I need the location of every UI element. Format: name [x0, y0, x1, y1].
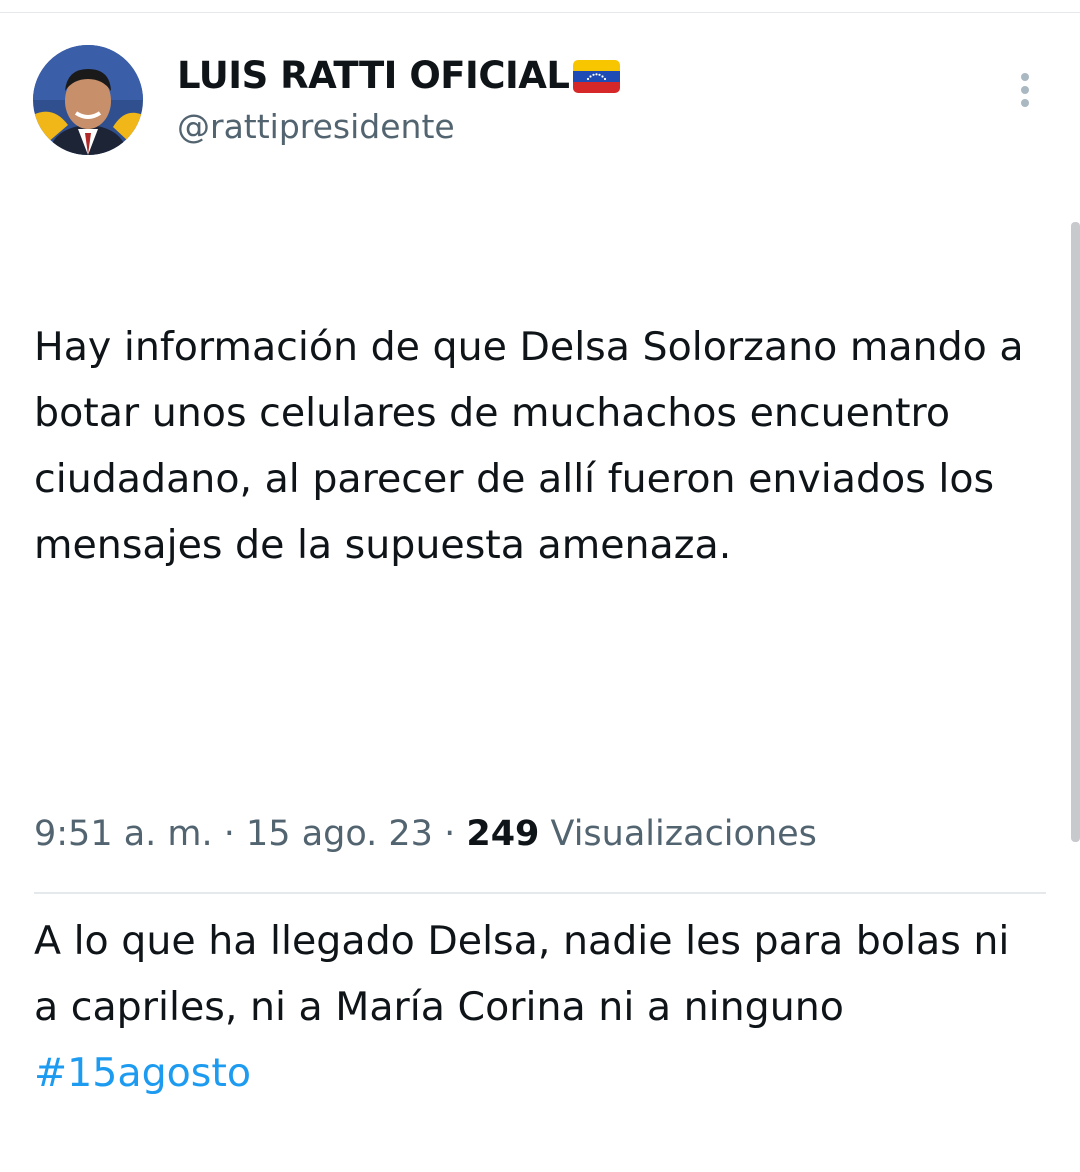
meta-separator: · [432, 814, 467, 854]
author-avatar[interactable] [33, 45, 143, 155]
author-display-name[interactable]: LUIS RATTI OFICIAL [177, 52, 570, 100]
more-dot [1021, 73, 1029, 81]
scrollbar[interactable] [1071, 222, 1080, 842]
more-dot [1021, 99, 1029, 107]
author-handle[interactable]: @rattipresidente [177, 105, 455, 149]
tweet-blank-line [34, 710, 1044, 776]
views-count: 249 [466, 814, 540, 854]
more-options-icon[interactable] [1008, 70, 1042, 110]
tweet-paragraph-2: A lo que ha llegado Delsa, nadie les par… [34, 908, 1044, 1106]
avatar-image [33, 45, 143, 155]
venezuela-flag-icon [573, 60, 620, 93]
hashtag-link[interactable]: #15agosto [34, 1050, 251, 1096]
tweet-time[interactable]: 9:51 a. m. [34, 814, 213, 854]
meta-separator: · [212, 814, 247, 854]
views-label: Visualizaciones [539, 814, 817, 854]
top-divider [0, 12, 1080, 13]
more-dot [1021, 86, 1029, 94]
tweet-text: Hay información de que Delsa Solorzano m… [34, 182, 1044, 1172]
tweet-date[interactable]: 15 ago. 23 [246, 814, 433, 854]
tweet-meta: 9:51 a. m. · 15 ago. 23 · 249 Visualizac… [34, 808, 817, 860]
tweet-paragraph-2-text: A lo que ha llegado Delsa, nadie les par… [34, 918, 1022, 1030]
tweet-paragraph-1: Hay información de que Delsa Solorzano m… [34, 324, 1037, 568]
bottom-divider [34, 892, 1046, 894]
